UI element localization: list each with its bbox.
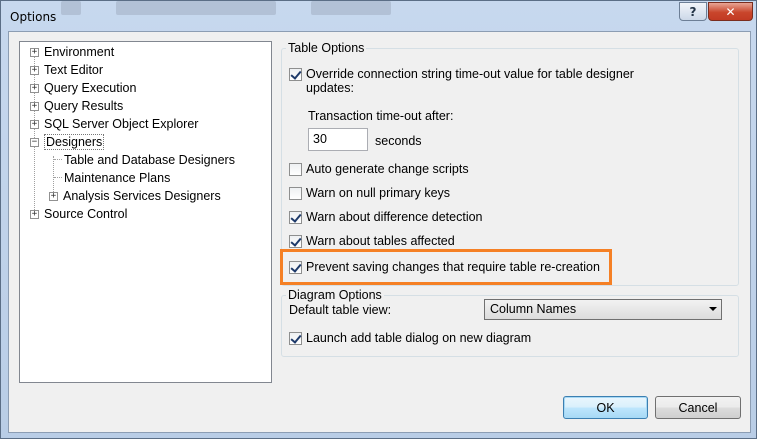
tree-item-label: Table and Database Designers <box>64 153 235 167</box>
checkbox-unchecked-icon[interactable] <box>289 163 302 176</box>
collapse-icon[interactable]: − <box>30 137 39 147</box>
tree-item-label: Source Control <box>44 207 128 221</box>
warn-difference-label: Warn about difference detection <box>306 210 483 224</box>
tree-item-label: Analysis Services Designers <box>63 189 221 203</box>
checkbox-checked-icon[interactable] <box>289 235 302 248</box>
auto-generate-checkbox[interactable]: Auto generate change scripts <box>289 162 469 176</box>
tree-guide-line <box>54 159 62 160</box>
warn-null-pk-checkbox[interactable]: Warn on null primary keys <box>289 186 450 200</box>
default-table-view-dropdown[interactable]: Column Names <box>484 299 722 320</box>
launch-add-table-label: Launch add table dialog on new diagram <box>306 331 532 345</box>
launch-add-table-checkbox[interactable]: Launch add table dialog on new diagram <box>289 331 531 345</box>
title-bar[interactable]: Options ? ✕ <box>1 1 756 31</box>
warn-tables-checkbox[interactable]: Warn about tables affected <box>289 234 455 248</box>
tree-item-label: SQL Server Object Explorer <box>44 117 199 131</box>
warn-null-pk-label: Warn on null primary keys <box>306 186 451 200</box>
tree-item-sql-server-object-explorer[interactable]: + SQL Server Object Explorer <box>30 115 198 133</box>
background-ghost <box>116 1 276 15</box>
tree-item-label: Designers <box>44 134 105 150</box>
cancel-button[interactable]: Cancel <box>655 396 741 419</box>
window-title: Options <box>10 10 57 24</box>
checkbox-checked-icon[interactable] <box>289 332 302 345</box>
expand-icon[interactable]: + <box>30 65 39 75</box>
tree-item-query-execution[interactable]: + Query Execution <box>30 79 136 97</box>
dropdown-arrow-icon[interactable] <box>709 307 717 311</box>
tree-item-analysis-services-designers[interactable]: + Analysis Services Designers <box>49 187 221 205</box>
override-timeout-checkbox[interactable]: Override connection string time-out valu… <box>289 67 689 95</box>
ok-button[interactable]: OK <box>563 396 648 419</box>
tree-item-maintenance-plans[interactable]: Maintenance Plans <box>64 169 170 187</box>
tree-item-source-control[interactable]: + Source Control <box>30 205 127 223</box>
options-panel: Table Options Override connection string… <box>276 38 746 383</box>
warn-difference-checkbox[interactable]: Warn about difference detection <box>289 210 483 224</box>
default-table-view-value: Column Names <box>490 302 577 316</box>
options-tree[interactable]: + Environment + Text Editor + Query Exec… <box>19 41 272 383</box>
checkbox-checked-icon[interactable] <box>289 68 302 81</box>
table-options-title: Table Options <box>286 41 367 55</box>
expand-icon[interactable]: + <box>49 191 58 201</box>
checkbox-unchecked-icon[interactable] <box>289 187 302 200</box>
tree-item-table-and-database-designers[interactable]: Table and Database Designers <box>64 151 235 169</box>
checkbox-checked-icon[interactable] <box>289 211 302 224</box>
tree-item-label: Maintenance Plans <box>64 171 171 185</box>
options-dialog: Options ? ✕ + Environment + Text Editor … <box>0 0 757 439</box>
seconds-label: seconds <box>375 134 422 148</box>
dialog-body: + Environment + Text Editor + Query Exec… <box>8 31 751 433</box>
close-button[interactable]: ✕ <box>708 2 753 21</box>
tree-item-label: Text Editor <box>44 63 104 77</box>
checkbox-checked-icon[interactable] <box>289 261 302 274</box>
background-ghost <box>61 1 81 15</box>
tree-item-environment[interactable]: + Environment <box>30 43 114 61</box>
tree-item-query-results[interactable]: + Query Results <box>30 97 123 115</box>
diagram-options-title: Diagram Options <box>286 288 384 302</box>
warn-tables-label: Warn about tables affected <box>306 234 455 248</box>
prevent-saving-label: Prevent saving changes that require tabl… <box>306 260 600 274</box>
tree-item-label: Environment <box>44 45 115 59</box>
expand-icon[interactable]: + <box>30 83 39 93</box>
default-table-view-label: Default table view: <box>289 303 392 317</box>
tree-guide-line <box>54 177 62 178</box>
override-timeout-label-line2: updates: <box>306 81 354 95</box>
tree-item-text-editor[interactable]: + Text Editor <box>30 61 103 79</box>
help-button[interactable]: ? <box>679 2 707 21</box>
tree-item-label: Query Execution <box>44 81 137 95</box>
transaction-timeout-input[interactable]: 30 <box>308 128 368 151</box>
expand-icon[interactable]: + <box>30 47 39 57</box>
override-timeout-label-line1: Override connection string time-out valu… <box>306 67 634 81</box>
auto-generate-label: Auto generate change scripts <box>306 162 469 176</box>
transaction-timeout-label: Transaction time-out after: <box>308 109 454 123</box>
background-ghost <box>311 1 391 15</box>
override-timeout-label: Override connection string time-out valu… <box>306 67 634 95</box>
expand-icon[interactable]: + <box>30 119 39 129</box>
expand-icon[interactable]: + <box>30 209 39 219</box>
expand-icon[interactable]: + <box>30 101 39 111</box>
tree-item-label: Query Results <box>44 99 124 113</box>
prevent-saving-checkbox[interactable]: Prevent saving changes that require tabl… <box>289 260 600 274</box>
tree-item-designers[interactable]: − Designers <box>30 133 105 151</box>
